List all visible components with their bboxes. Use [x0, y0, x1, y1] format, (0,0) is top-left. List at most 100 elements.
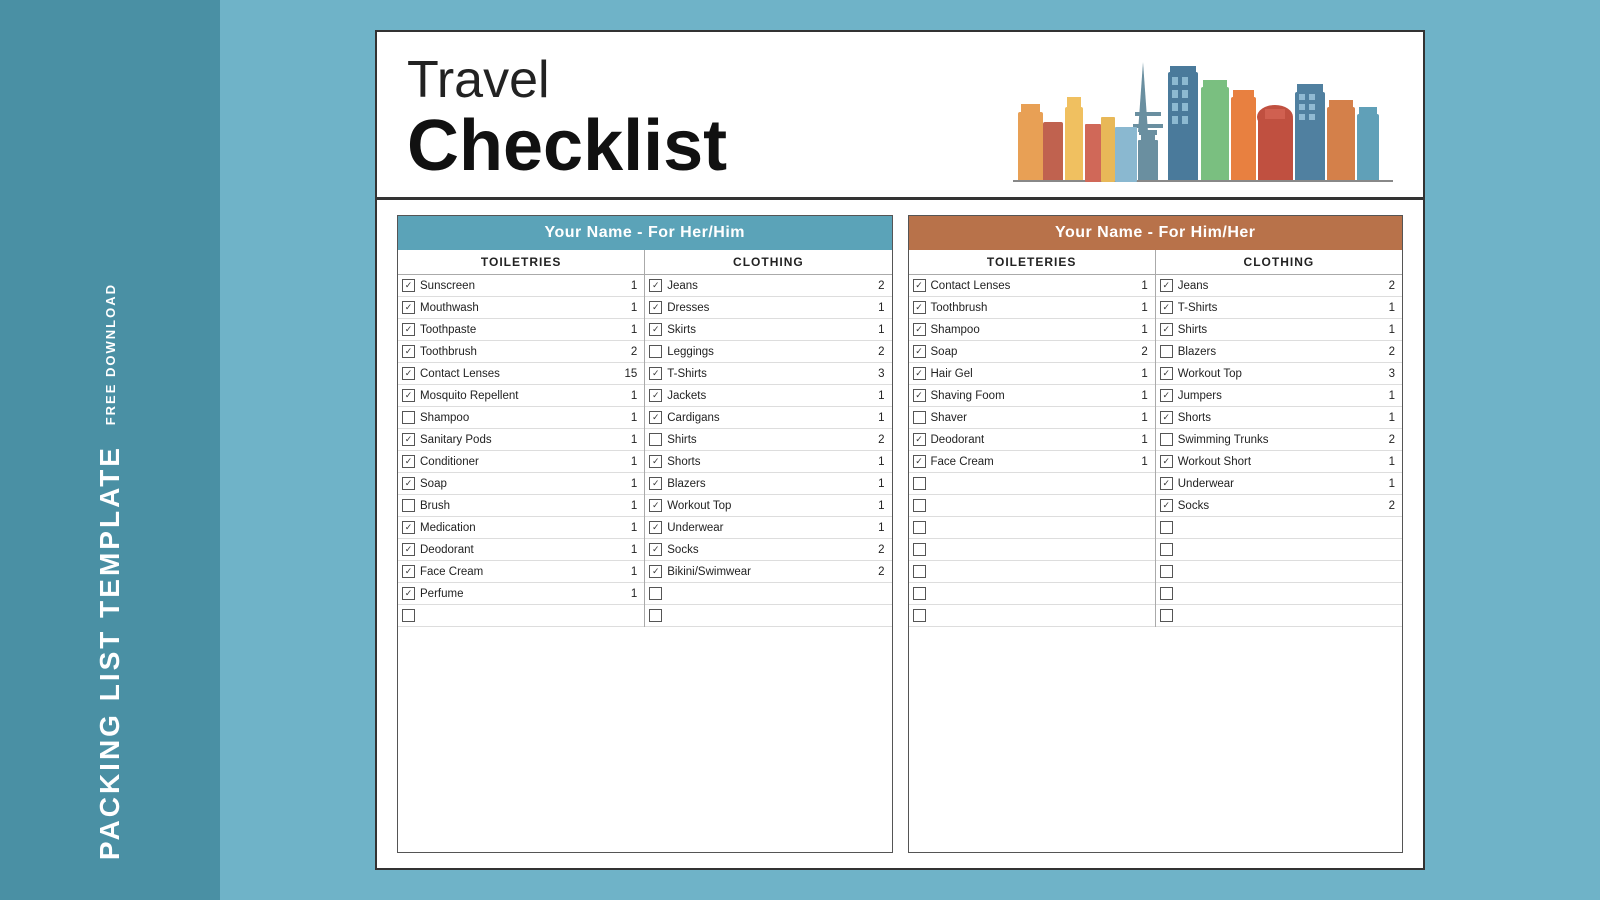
list-item[interactable]: Shorts1 — [1156, 407, 1402, 429]
unchecked-checkbox[interactable] — [649, 433, 662, 446]
list-item[interactable]: Sanitary Pods1 — [398, 429, 644, 451]
checked-checkbox[interactable] — [402, 345, 415, 358]
unchecked-checkbox[interactable] — [1160, 433, 1173, 446]
list-item[interactable]: Mouthwash1 — [398, 297, 644, 319]
list-item[interactable]: Underwear1 — [1156, 473, 1402, 495]
list-item[interactable]: T-Shirts1 — [1156, 297, 1402, 319]
list-item[interactable]: Underwear1 — [645, 517, 891, 539]
checked-checkbox[interactable] — [913, 279, 926, 292]
checked-checkbox[interactable] — [402, 279, 415, 292]
list-item[interactable]: Jeans2 — [645, 275, 891, 297]
checked-checkbox[interactable] — [1160, 367, 1173, 380]
list-item[interactable]: Workout Top1 — [645, 495, 891, 517]
list-item[interactable]: Blazers2 — [1156, 341, 1402, 363]
checked-checkbox[interactable] — [402, 367, 415, 380]
checked-checkbox[interactable] — [649, 565, 662, 578]
checked-checkbox[interactable] — [649, 477, 662, 490]
checked-checkbox[interactable] — [913, 345, 926, 358]
list-item[interactable]: Contact Lenses15 — [398, 363, 644, 385]
list-item[interactable]: Shampoo1 — [909, 319, 1155, 341]
list-item[interactable]: Workout Top3 — [1156, 363, 1402, 385]
list-item[interactable]: Bikini/Swimwear2 — [645, 561, 891, 583]
list-item[interactable]: Jackets1 — [645, 385, 891, 407]
unchecked-checkbox[interactable] — [402, 411, 415, 424]
list-item[interactable]: Deodorant1 — [909, 429, 1155, 451]
checked-checkbox[interactable] — [913, 389, 926, 402]
checked-checkbox[interactable] — [1160, 323, 1173, 336]
list-item[interactable]: Toothbrush2 — [398, 341, 644, 363]
checked-checkbox[interactable] — [402, 389, 415, 402]
checked-checkbox[interactable] — [649, 323, 662, 336]
checked-checkbox[interactable] — [1160, 279, 1173, 292]
list-item[interactable]: Toothbrush1 — [909, 297, 1155, 319]
list-item[interactable]: Shirts1 — [1156, 319, 1402, 341]
unchecked-checkbox[interactable] — [1160, 345, 1173, 358]
checked-checkbox[interactable] — [402, 455, 415, 468]
list-item[interactable]: Shaver1 — [909, 407, 1155, 429]
unchecked-checkbox[interactable] — [913, 411, 926, 424]
list-item[interactable]: Jumpers1 — [1156, 385, 1402, 407]
list-item[interactable]: Mosquito Repellent1 — [398, 385, 644, 407]
checked-checkbox[interactable] — [913, 323, 926, 336]
checked-checkbox[interactable] — [913, 301, 926, 314]
checked-checkbox[interactable] — [402, 433, 415, 446]
list-item[interactable]: Dresses1 — [645, 297, 891, 319]
checked-checkbox[interactable] — [649, 521, 662, 534]
checked-checkbox[interactable] — [1160, 477, 1173, 490]
list-item[interactable]: Socks2 — [1156, 495, 1402, 517]
checked-checkbox[interactable] — [649, 455, 662, 468]
checked-checkbox[interactable] — [402, 587, 415, 600]
list-item[interactable]: Jeans2 — [1156, 275, 1402, 297]
list-item[interactable]: Perfume1 — [398, 583, 644, 605]
list-item[interactable]: Shaving Foom1 — [909, 385, 1155, 407]
list-item[interactable]: Socks2 — [645, 539, 891, 561]
list-item[interactable]: Cardigans1 — [645, 407, 891, 429]
list-item[interactable]: Swimming Trunks2 — [1156, 429, 1402, 451]
list-item[interactable]: Face Cream1 — [909, 451, 1155, 473]
list-item[interactable]: Soap2 — [909, 341, 1155, 363]
list-item[interactable]: T-Shirts3 — [645, 363, 891, 385]
checked-checkbox[interactable] — [402, 543, 415, 556]
list-item[interactable]: Toothpaste1 — [398, 319, 644, 341]
checked-checkbox[interactable] — [913, 433, 926, 446]
list-item[interactable]: Face Cream1 — [398, 561, 644, 583]
checked-checkbox[interactable] — [649, 389, 662, 402]
list-item[interactable]: Sunscreen1 — [398, 275, 644, 297]
checked-checkbox[interactable] — [1160, 389, 1173, 402]
list-item[interactable]: Contact Lenses1 — [909, 275, 1155, 297]
unchecked-checkbox[interactable] — [402, 499, 415, 512]
list-item[interactable]: Conditioner1 — [398, 451, 644, 473]
checked-checkbox[interactable] — [1160, 411, 1173, 424]
checked-checkbox[interactable] — [402, 301, 415, 314]
her-him-cols: TOILETRIES Sunscreen1Mouthwash1Toothpast… — [398, 250, 892, 627]
list-item[interactable]: Skirts1 — [645, 319, 891, 341]
list-item[interactable]: Medication1 — [398, 517, 644, 539]
checked-checkbox[interactable] — [913, 367, 926, 380]
list-item[interactable]: Shirts2 — [645, 429, 891, 451]
unchecked-checkbox[interactable] — [649, 345, 662, 358]
checked-checkbox[interactable] — [1160, 499, 1173, 512]
list-item[interactable]: Leggings2 — [645, 341, 891, 363]
checked-checkbox[interactable] — [1160, 301, 1173, 314]
list-item[interactable]: Hair Gel1 — [909, 363, 1155, 385]
list-item[interactable]: Workout Short1 — [1156, 451, 1402, 473]
list-item[interactable]: Soap1 — [398, 473, 644, 495]
checked-checkbox[interactable] — [649, 411, 662, 424]
checked-checkbox[interactable] — [649, 301, 662, 314]
checked-checkbox[interactable] — [402, 565, 415, 578]
item-name: Perfume — [420, 588, 622, 600]
checked-checkbox[interactable] — [649, 367, 662, 380]
checked-checkbox[interactable] — [913, 455, 926, 468]
checked-checkbox[interactable] — [402, 521, 415, 534]
checked-checkbox[interactable] — [402, 477, 415, 490]
list-item[interactable]: Brush1 — [398, 495, 644, 517]
list-item[interactable]: Shampoo1 — [398, 407, 644, 429]
checked-checkbox[interactable] — [649, 543, 662, 556]
checked-checkbox[interactable] — [649, 499, 662, 512]
checked-checkbox[interactable] — [402, 323, 415, 336]
checked-checkbox[interactable] — [649, 279, 662, 292]
checked-checkbox[interactable] — [1160, 455, 1173, 468]
list-item[interactable]: Deodorant1 — [398, 539, 644, 561]
list-item[interactable]: Shorts1 — [645, 451, 891, 473]
list-item[interactable]: Blazers1 — [645, 473, 891, 495]
